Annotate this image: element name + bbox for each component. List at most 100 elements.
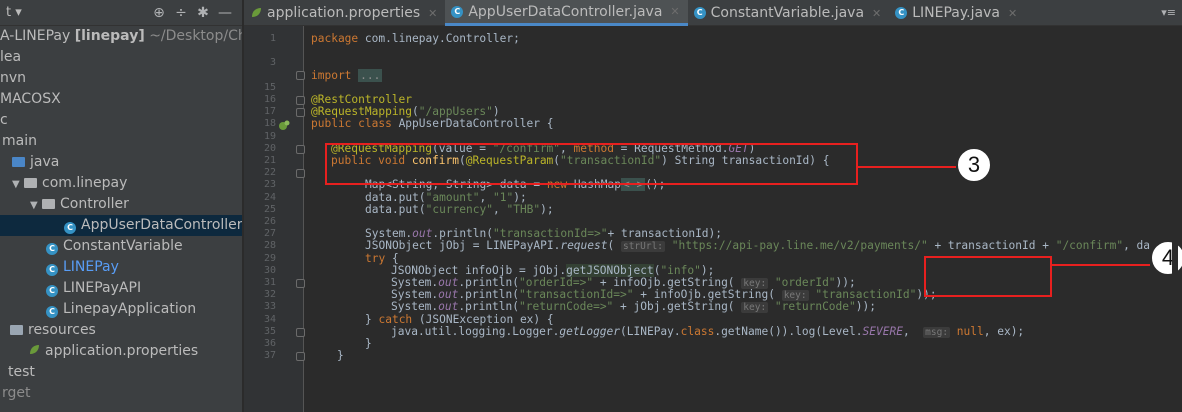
tree-item-test[interactable]: test <box>0 362 242 383</box>
editor-scrollbar[interactable] <box>1172 26 1178 412</box>
resources-folder-icon <box>10 325 23 335</box>
code-token: , <box>902 324 924 338</box>
tree-item-appuserdatacontroller[interactable]: C AppUserDataController <box>0 215 242 236</box>
tree-item-linepayapi[interactable]: C LINEPayAPI <box>0 278 242 299</box>
line-number: 20 <box>263 142 276 154</box>
code-token: } <box>365 312 379 326</box>
editor-tab-bar: application.properties ✕ C AppUserDataCo… <box>244 0 1182 26</box>
fold-toggle-icon[interactable] <box>296 96 305 105</box>
project-view-selector[interactable]: t ▾ <box>6 5 22 20</box>
tree-item-application-properties[interactable]: application.properties <box>0 341 242 362</box>
code-token: + transactionId); <box>607 227 723 241</box>
code-token: System. <box>365 227 413 241</box>
line-number: 28 <box>263 240 276 252</box>
tab-label: application.properties <box>267 5 421 21</box>
folded-imports[interactable]: ... <box>358 68 383 82</box>
code-token: ) <box>492 105 500 119</box>
tab-application-properties[interactable]: application.properties ✕ <box>244 0 445 26</box>
expand-arrow-icon[interactable]: ▼ <box>30 195 42 216</box>
tree-item-controller[interactable]: ▼ Controller <box>0 194 242 215</box>
settings-target-icon[interactable]: ⊕ <box>148 5 170 21</box>
code-token: @RequestMapping <box>311 105 413 119</box>
tree-item-target[interactable]: rget <box>0 383 242 404</box>
close-icon[interactable]: ✕ <box>1008 7 1017 20</box>
tree-item-label: rget <box>2 385 31 401</box>
fold-toggle-icon[interactable] <box>296 145 305 154</box>
tree-item-macosx[interactable]: MACOSX <box>0 89 242 110</box>
class-icon: C <box>64 222 76 234</box>
tree-item-src[interactable]: c <box>0 110 242 131</box>
code-token: .println( <box>458 300 519 314</box>
tab-appuserdatacontroller[interactable]: C AppUserDataController.java ✕ <box>445 0 688 26</box>
tab-linepay[interactable]: C LINEPay.java ✕ <box>889 0 1025 26</box>
expand-arrow-icon[interactable]: ▼ <box>12 174 24 195</box>
close-icon[interactable]: ✕ <box>670 5 679 18</box>
code-token: ( <box>607 239 621 253</box>
tree-item-main[interactable]: main <box>0 131 242 152</box>
tree-item-linepay[interactable]: C LINEPay <box>0 257 242 278</box>
code-editor[interactable]: package com.linepay.Controller; import .… <box>305 26 1175 412</box>
root-prefix: A-LINEPay <box>0 28 71 44</box>
tree-item-label: Controller <box>60 196 129 212</box>
collapse-icon[interactable]: ÷ <box>170 5 192 21</box>
code-token: System. <box>391 300 439 314</box>
tree-item-java[interactable]: java <box>0 152 242 173</box>
code-line-36: } <box>365 337 372 350</box>
parameter-hint: msg: <box>923 326 951 338</box>
tree-item-label: resources <box>28 322 96 338</box>
tree-root[interactable]: A-LINEPay [linepay] ~/Desktop/Chits <box>0 26 242 47</box>
tree-item-idea[interactable]: lea <box>0 47 242 68</box>
tree-item-com-linepay[interactable]: ▼ com.linepay <box>0 173 242 194</box>
code-token: ); <box>700 263 715 277</box>
spring-bean-gutter-icon[interactable] <box>278 119 290 131</box>
close-icon[interactable]: ✕ <box>872 7 881 20</box>
code-token: import <box>311 68 352 82</box>
annotation-connector-3 <box>858 166 956 168</box>
code-token: (LINEPay. <box>620 324 681 338</box>
fold-toggle-icon[interactable] <box>296 108 305 117</box>
line-number: 17 <box>263 106 276 118</box>
tab-constantvariable[interactable]: C ConstantVariable.java ✕ <box>688 0 890 26</box>
code-token: JSONObject jObj = LINEPayAPI. <box>365 239 561 253</box>
code-token: .getName()).log(Level. <box>714 324 863 338</box>
tree-item-label: c <box>0 112 8 128</box>
line-number <box>244 70 276 82</box>
line-number: 25 <box>263 203 276 215</box>
code-line-3: import ... <box>311 68 383 82</box>
code-token: .println( <box>458 288 519 302</box>
code-token: )); <box>855 300 876 314</box>
code-token: data.put( <box>365 202 426 216</box>
code-token: "orderId" <box>774 276 836 289</box>
tab-overflow-menu-icon[interactable]: ▾≡ <box>1155 0 1182 25</box>
tree-item-label: main <box>2 133 37 149</box>
code-token: "https://api-pay.line.me/v2/payments/" <box>671 239 928 253</box>
code-token: out <box>438 300 459 314</box>
code-token: "transactionId=>" <box>519 288 634 302</box>
code-token: "returnCode=>" <box>519 300 614 314</box>
tree-item-mvn[interactable]: nvn <box>0 68 242 89</box>
line-number: 16 <box>263 94 276 105</box>
class-icon: C <box>895 7 908 19</box>
code-token: com.linepay.Controller; <box>358 32 520 45</box>
tree-item-label: LINEPayAPI <box>63 280 142 296</box>
tree-item-resources[interactable]: resources <box>0 320 242 341</box>
project-panel: t ▾ ⊕ ÷ ✱ — A-LINEPay [linepay] ~/Deskto… <box>0 0 243 412</box>
fold-toggle-icon[interactable] <box>296 352 305 361</box>
line-number: 21 <box>263 155 276 166</box>
close-icon[interactable]: ✕ <box>428 7 437 20</box>
root-path: ~/Desktop/Chits <box>149 28 242 44</box>
hide-icon[interactable]: — <box>214 5 236 21</box>
tree-item-label: java <box>30 154 60 170</box>
fold-toggle-icon[interactable] <box>296 328 305 337</box>
tree-item-linepayapplication[interactable]: C LinepayApplication <box>0 299 242 320</box>
fold-toggle-icon[interactable] <box>296 279 305 288</box>
code-token: .println( <box>458 276 519 289</box>
fold-toggle-icon[interactable] <box>296 169 305 178</box>
tree-item-constantvariable[interactable]: C ConstantVariable <box>0 236 242 257</box>
code-token: "info" <box>660 263 701 277</box>
code-token: System. <box>391 288 439 302</box>
gear-icon[interactable]: ✱ <box>192 5 214 21</box>
code-token: } <box>365 337 372 350</box>
fold-toggle-icon[interactable] <box>296 71 305 80</box>
